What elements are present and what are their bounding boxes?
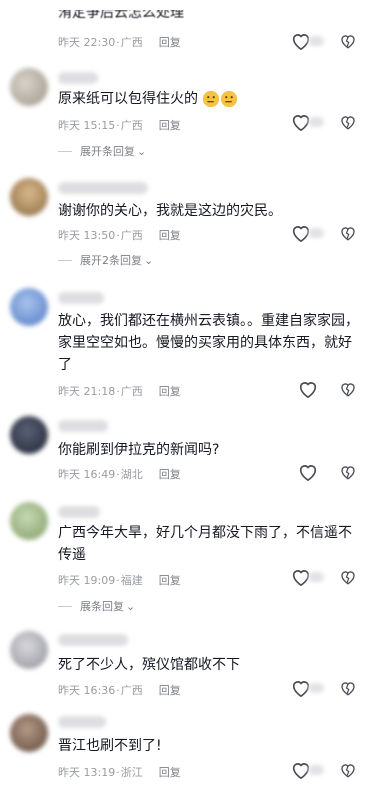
comment-date: 昨天 13:50 bbox=[58, 229, 116, 242]
comment-meta: 昨天 16:49 · 湖北 回复 bbox=[58, 466, 181, 482]
expand-replies-button[interactable]: 展开2条回复 ⌄ bbox=[58, 252, 153, 268]
expand-replies-label: 展开2条回复 bbox=[80, 254, 142, 267]
comment-text: 洧定争后云怎么处理 bbox=[58, 5, 184, 21]
comment-date: 昨天 16:49 bbox=[58, 468, 116, 481]
heart-icon[interactable] bbox=[297, 462, 319, 482]
reply-button[interactable]: 回复 bbox=[159, 227, 181, 243]
comment-text: 放心，我们都还在横州云表镇。。重建自家家园，家里空空如也。慢慢的买家用的具体东西… bbox=[58, 313, 359, 373]
chevron-down-icon: ⌄ bbox=[126, 599, 136, 613]
broken-heart-icon[interactable] bbox=[339, 568, 357, 586]
broken-heart-icon[interactable] bbox=[339, 224, 357, 242]
comment-date: 昨天 22:30 bbox=[58, 36, 116, 49]
comment-region: 广西 bbox=[120, 229, 143, 242]
comment-region: 广西 bbox=[120, 36, 143, 49]
broken-heart-icon[interactable] bbox=[339, 113, 357, 131]
avatar[interactable] bbox=[10, 714, 48, 752]
like-count bbox=[308, 572, 324, 582]
divider bbox=[58, 605, 72, 607]
broken-heart-icon[interactable] bbox=[339, 679, 357, 697]
expand-replies-button[interactable]: 展开条回复 ⌄ bbox=[58, 143, 146, 159]
comment-date: 昨天 21:18 bbox=[58, 385, 116, 398]
comment-date: 昨天 16:36 bbox=[58, 684, 116, 697]
username[interactable] bbox=[58, 420, 108, 432]
comment-region: 浙江 bbox=[120, 766, 143, 779]
chevron-down-icon: ⌄ bbox=[144, 253, 154, 267]
divider bbox=[58, 150, 72, 152]
username[interactable] bbox=[58, 72, 98, 84]
comment-meta: 昨天 13:50 · 广西 回复 bbox=[58, 227, 181, 243]
avatar[interactable] bbox=[10, 68, 48, 106]
avatar[interactable] bbox=[10, 416, 48, 454]
reply-button[interactable]: 回复 bbox=[159, 383, 181, 399]
comment-text: 原来纸可以包得住火的 bbox=[58, 88, 364, 110]
comment-region: 广西 bbox=[120, 119, 143, 132]
divider bbox=[58, 259, 72, 261]
comment-text: 你能刷到伊拉克的新闻吗? bbox=[58, 442, 220, 458]
chevron-down-icon: ⌄ bbox=[137, 144, 147, 158]
comment-meta: 昨天 15:15 · 广西 回复 bbox=[58, 117, 181, 133]
thinking-emoji-icon bbox=[221, 90, 238, 108]
reply-button[interactable]: 回复 bbox=[159, 682, 181, 698]
comment-meta: 昨天 19:09 · 福建 回复 bbox=[58, 572, 181, 588]
thinking-emoji-icon bbox=[203, 90, 220, 108]
comment-meta: 昨天 13:19 · 浙江 回复 bbox=[58, 764, 181, 780]
avatar[interactable] bbox=[10, 288, 48, 326]
avatar[interactable] bbox=[10, 502, 48, 540]
like-count bbox=[308, 117, 324, 127]
expand-replies-label: 展条回复 bbox=[80, 600, 124, 613]
avatar[interactable] bbox=[10, 631, 48, 669]
comment-region: 湖北 bbox=[120, 468, 143, 481]
comment-meta: 昨天 16:36 · 广西 回复 bbox=[58, 682, 181, 698]
comment-text: 死了不少人，殡仪馆都收不下 bbox=[58, 657, 240, 673]
username[interactable] bbox=[58, 506, 100, 518]
like-count bbox=[308, 683, 324, 693]
comment-date: 昨天 13:19 bbox=[58, 766, 116, 779]
expand-replies-label: 展开条回复 bbox=[80, 145, 135, 158]
like-count bbox=[308, 228, 324, 238]
comment-date: 昨天 15:15 bbox=[58, 119, 116, 132]
reply-button[interactable]: 回复 bbox=[159, 572, 181, 588]
comment-region: 福建 bbox=[120, 574, 143, 587]
username[interactable] bbox=[58, 292, 104, 304]
avatar[interactable] bbox=[10, 178, 48, 216]
comment-text: 谢谢你的关心，我就是这边的灾民。 bbox=[58, 203, 282, 219]
reply-button[interactable]: 回复 bbox=[159, 466, 181, 482]
comment-date: 昨天 19:09 bbox=[58, 574, 116, 587]
comment-text: 广西今年大旱，好几个月都没下雨了，不信遥不传遥 bbox=[58, 525, 352, 563]
broken-heart-icon[interactable] bbox=[339, 761, 357, 779]
broken-heart-icon[interactable] bbox=[339, 32, 357, 50]
comment-meta: 昨天 22:30 · 广西 回复 bbox=[58, 34, 181, 50]
comment-meta: 昨天 21:18 · 广西 回复 bbox=[58, 383, 181, 399]
like-count bbox=[308, 36, 324, 46]
reply-button[interactable]: 回复 bbox=[159, 764, 181, 780]
reply-button[interactable]: 回复 bbox=[159, 117, 181, 133]
heart-icon[interactable] bbox=[297, 379, 319, 399]
username[interactable] bbox=[58, 634, 128, 646]
comment-region: 广西 bbox=[120, 385, 143, 398]
comment-text: 晋江也刷不到了! bbox=[58, 738, 162, 754]
username[interactable] bbox=[58, 182, 148, 194]
broken-heart-icon[interactable] bbox=[339, 463, 357, 481]
expand-replies-button[interactable]: 展条回复 ⌄ bbox=[58, 598, 135, 614]
comment-region: 广西 bbox=[120, 684, 143, 697]
username[interactable] bbox=[58, 716, 106, 728]
reply-button[interactable]: 回复 bbox=[159, 34, 181, 50]
like-count bbox=[308, 765, 324, 775]
broken-heart-icon[interactable] bbox=[339, 380, 357, 398]
